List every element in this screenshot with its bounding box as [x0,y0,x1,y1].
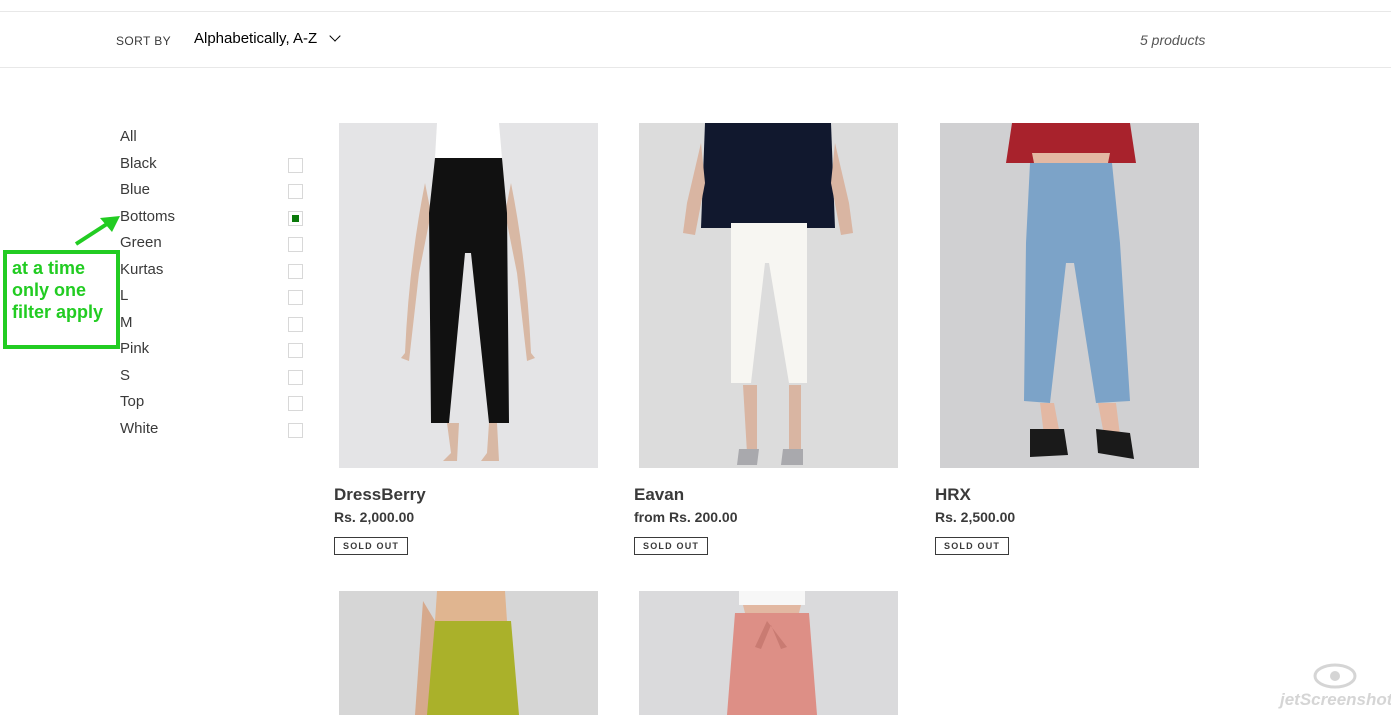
filter-item-green[interactable]: Green [120,230,306,257]
filter-checkbox[interactable] [288,343,303,358]
filter-checkbox[interactable] [288,396,303,411]
product-price: Rs. 2,500.00 [935,509,1016,525]
product-image-pink-pants[interactable] [639,591,898,715]
sold-out-badge: SOLD OUT [935,537,1010,555]
filter-item-kurtas[interactable]: Kurtas [120,257,306,284]
filter-label: S [120,366,131,384]
filter-label: Green [120,234,162,251]
filter-checkbox[interactable] [288,290,303,305]
filter-label: Top [120,393,145,410]
annotation-arrow-icon [74,216,120,246]
filter-label: Black [120,154,157,172]
product-brand[interactable]: DressBerry [334,485,426,505]
filter-item-l[interactable]: L [120,283,306,310]
sort-select[interactable]: Alphabetically, A-Z [194,30,341,47]
filter-checkbox[interactable] [288,263,303,279]
filter-item-m[interactable]: M [120,310,306,337]
filter-item-s[interactable]: S [120,363,306,390]
product-image-olive-pants[interactable] [339,591,598,715]
sold-out-badge: SOLD OUT [634,537,709,555]
filter-checkbox[interactable] [288,316,303,332]
filter-checkbox[interactable] [288,369,303,385]
sort-label: SORT BY [116,34,172,48]
annotation-box: at a time only one filter apply [3,250,120,349]
filter-label: Pink [120,340,150,357]
filter-checkbox[interactable] [288,422,303,438]
filter-label: Bottoms [120,207,176,225]
sort-selected-value: Alphabetically, A-Z [194,30,318,47]
filter-label: Kurtas [120,260,164,278]
filter-label: M [120,313,133,331]
product-brand[interactable]: Eavan [634,485,684,505]
filter-checkbox[interactable] [288,157,303,173]
filter-label: White [120,419,159,437]
sold-out-badge: SOLD OUT [334,537,409,555]
annotation-text: at a time only one filter apply [12,258,104,322]
filter-item-all[interactable]: All [120,124,306,151]
product-price: Rs. 2,000.00 [334,509,415,525]
filter-checkbox-checked[interactable] [288,210,303,226]
product-image-white-pants[interactable] [639,123,898,468]
filter-checkbox[interactable] [288,184,303,199]
chevron-down-icon [329,30,341,42]
product-price: from Rs. 200.00 [634,509,738,525]
filter-item-white[interactable]: White [120,416,306,443]
watermark-text: jetScreenshot [1280,690,1391,709]
product-image-denim-culottes[interactable] [940,123,1199,468]
filter-item-black[interactable]: Black [120,151,306,178]
product-image-black-pants[interactable] [339,123,598,468]
sort-toolbar: SORT BY Alphabetically, A-Z 5 products [0,12,1391,68]
filter-label: L [120,287,129,304]
filter-item-top[interactable]: Top [120,389,306,416]
filter-label: All [120,128,137,145]
filter-item-blue[interactable]: Blue [120,177,306,204]
filter-checkbox[interactable] [288,237,303,252]
product-brand[interactable]: HRX [935,485,971,505]
filter-item-pink[interactable]: Pink [120,336,306,363]
product-count: 5 products [1140,32,1206,48]
filter-item-bottoms[interactable]: Bottoms [120,204,306,231]
filter-list: All Black Blue Bottoms Green Kurtas L M … [120,124,306,442]
watermark-logo: jetScreenshot [1280,660,1391,715]
filter-label: Blue [120,181,151,198]
watermark-icon [1313,663,1357,689]
